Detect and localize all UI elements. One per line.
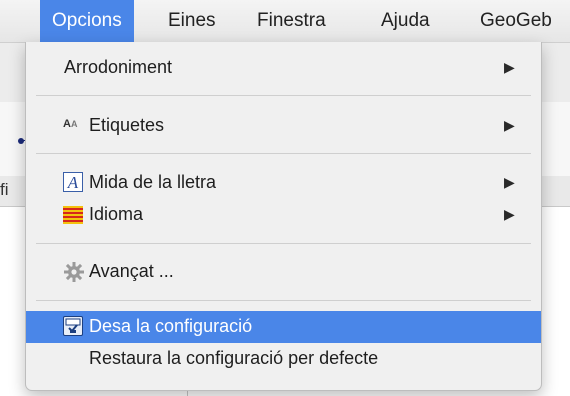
options-dropdown-menu: Arrodoniment ▶ AA Etiquetes ▶ A Mida de … <box>25 42 542 391</box>
font-size-icon: A <box>63 172 83 192</box>
menu-eines[interactable]: Eines <box>168 0 216 42</box>
menu-separator <box>36 300 531 301</box>
submenu-arrow-icon: ▶ <box>504 174 515 190</box>
menu-item-label: Mida de la lletra <box>89 172 217 192</box>
menu-item-save-settings[interactable]: Desa la configuració <box>26 311 541 343</box>
menu-item-language[interactable]: Idioma ▶ <box>26 199 541 231</box>
app-fragment-text: fi <box>0 180 9 199</box>
menu-item-labels[interactable]: AA Etiquetes ▶ <box>26 110 541 142</box>
point-tool-icon <box>18 138 24 144</box>
submenu-arrow-icon: ▶ <box>504 117 515 133</box>
font-labels-icon: AA <box>63 118 78 130</box>
menubar: Opcions Eines Finestra Ajuda GeoGeb <box>0 0 570 43</box>
menu-item-advanced[interactable]: Avançat ... <box>26 256 541 288</box>
menu-separator <box>36 243 531 244</box>
flag-icon <box>63 206 83 224</box>
save-icon <box>63 316 83 336</box>
menu-item-rounding[interactable]: Arrodoniment ▶ <box>26 52 541 84</box>
submenu-arrow-icon: ▶ <box>504 59 515 75</box>
menu-item-label: Idioma <box>89 204 144 224</box>
menu-separator <box>36 153 531 154</box>
gear-icon <box>63 261 85 283</box>
submenu-arrow-icon: ▶ <box>504 206 515 222</box>
menu-item-label: Restaura la configuració per defecte <box>89 348 379 368</box>
menu-item-label: Avançat ... <box>89 261 174 281</box>
menu-item-font-size[interactable]: A Mida de la lletra ▶ <box>26 167 541 199</box>
menu-item-restore-defaults[interactable]: Restaura la configuració per defecte <box>26 343 541 375</box>
menu-item-label: Desa la configuració <box>89 316 253 336</box>
menu-opcions[interactable]: Opcions <box>40 0 134 42</box>
menu-ajuda[interactable]: Ajuda <box>381 0 430 42</box>
menu-item-label: Etiquetes <box>89 115 165 135</box>
menu-finestra[interactable]: Finestra <box>257 0 326 42</box>
menu-separator <box>36 95 531 96</box>
menu-geogebra[interactable]: GeoGeb <box>480 0 570 42</box>
menu-item-label: Arrodoniment <box>64 57 173 77</box>
